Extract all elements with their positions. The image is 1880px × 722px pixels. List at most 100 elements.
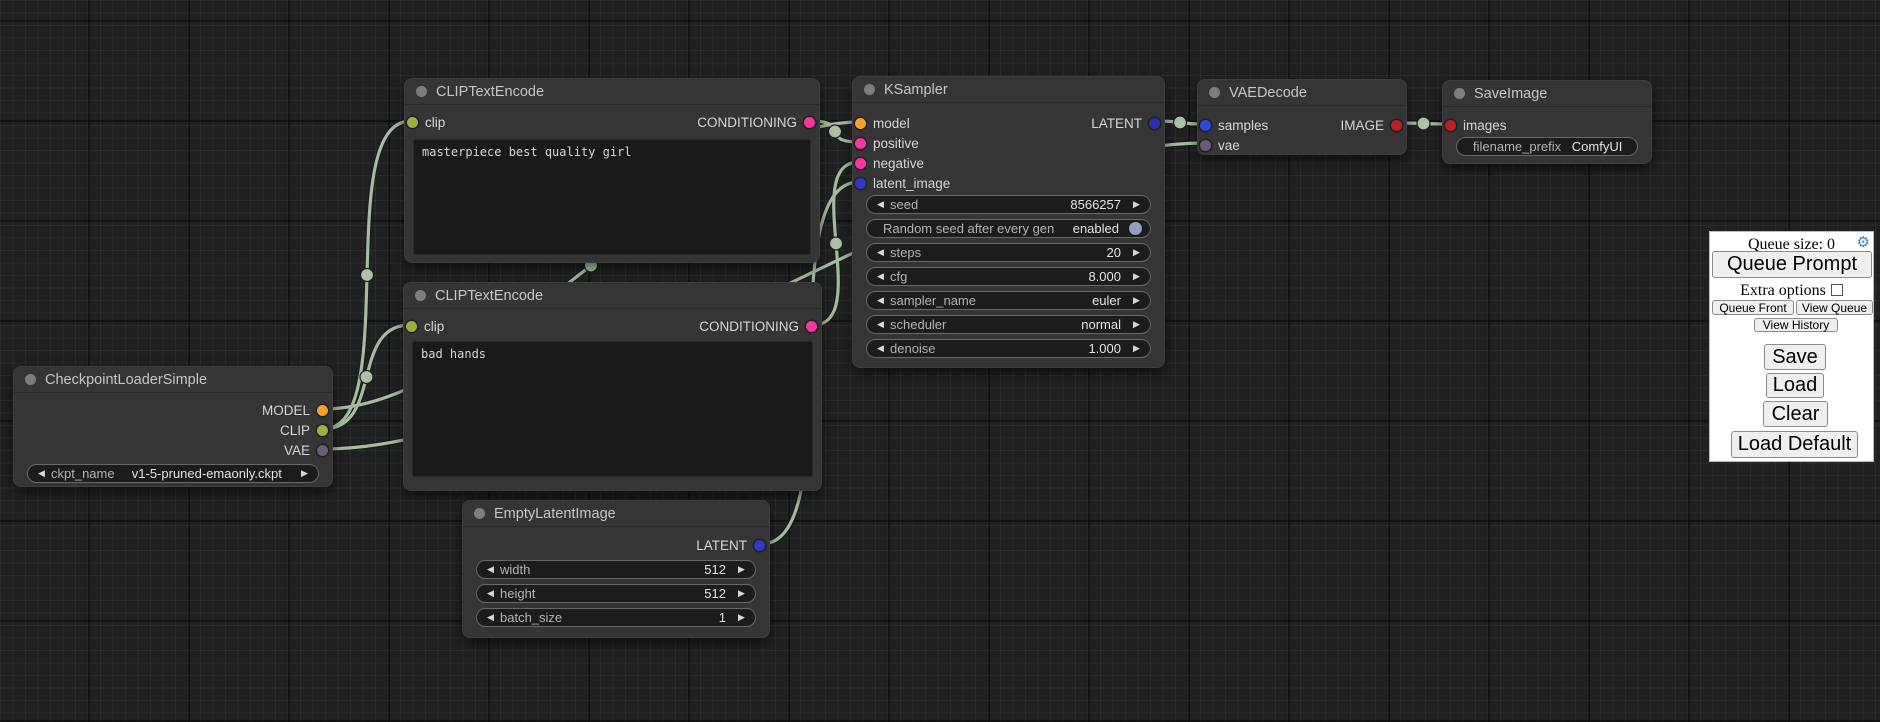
widget-cfg[interactable]: ◀ cfg 8.000 ▶: [866, 267, 1151, 286]
increase-arrow-icon[interactable]: ▶: [736, 584, 747, 603]
node-clip-text-encode-positive[interactable]: CLIPTextEncode clip CONDITIONING masterp…: [404, 78, 820, 263]
input-slot-vae[interactable]: vae: [1198, 138, 1240, 153]
input-slot-model[interactable]: model: [853, 116, 910, 131]
conditioning-output-dot[interactable]: [804, 117, 815, 128]
decrease-arrow-icon[interactable]: ◀: [875, 267, 886, 286]
increase-arrow-icon[interactable]: ▶: [736, 560, 747, 579]
decrease-arrow-icon[interactable]: ◀: [485, 608, 496, 627]
vae-input-dot[interactable]: [1200, 140, 1211, 151]
clip-input-dot[interactable]: [407, 117, 418, 128]
widget-batch-size[interactable]: ◀ batch_size 1 ▶: [476, 608, 756, 627]
input-slot-images[interactable]: images: [1443, 118, 1507, 133]
increase-arrow-icon[interactable]: ▶: [1131, 243, 1142, 262]
widget-filename-prefix[interactable]: filename_prefix ComfyUI: [1456, 137, 1638, 156]
queue-front-button[interactable]: Queue Front: [1712, 300, 1794, 315]
node-titlebar[interactable]: CLIPTextEncode: [405, 79, 819, 105]
node-checkpoint-loader-simple[interactable]: CheckpointLoaderSimple MODEL CLIP VAE ◀ …: [13, 366, 333, 487]
input-slot-clip[interactable]: clip: [404, 319, 444, 334]
widget-sampler-name[interactable]: ◀ sampler_name euler ▶: [866, 291, 1151, 310]
increase-arrow-icon[interactable]: ▶: [736, 608, 747, 627]
widget-random-seed-toggle[interactable]: Random seed after every gen enabled: [866, 219, 1151, 238]
decrease-arrow-icon[interactable]: ◀: [875, 291, 886, 310]
decrease-arrow-icon[interactable]: ◀: [875, 315, 886, 334]
conditioning-output-dot[interactable]: [806, 321, 817, 332]
image-output-dot[interactable]: [1391, 120, 1402, 131]
clip-input-dot[interactable]: [406, 321, 417, 332]
input-slot-latent-image[interactable]: latent_image: [853, 176, 950, 191]
prompt-textarea[interactable]: bad hands: [412, 341, 813, 477]
vae-output-dot[interactable]: [317, 445, 328, 456]
collapse-toggle-dot[interactable]: [864, 84, 875, 95]
input-slot-samples[interactable]: samples: [1198, 118, 1268, 133]
model-output-dot[interactable]: [317, 405, 328, 416]
node-titlebar[interactable]: CLIPTextEncode: [404, 283, 821, 309]
images-input-dot[interactable]: [1445, 120, 1456, 131]
widget-denoise[interactable]: ◀ denoise 1.000 ▶: [866, 339, 1151, 358]
collapse-toggle-dot[interactable]: [415, 290, 426, 301]
increase-arrow-icon[interactable]: ▶: [1131, 267, 1142, 286]
node-titlebar[interactable]: CheckpointLoaderSimple: [14, 367, 332, 393]
output-slot-conditioning[interactable]: CONDITIONING: [697, 115, 819, 130]
latent-output-dot[interactable]: [1149, 118, 1160, 129]
node-save-image[interactable]: SaveImage images filename_prefix ComfyUI: [1442, 80, 1652, 164]
node-vae-decode[interactable]: VAEDecode samples IMAGE vae: [1197, 79, 1407, 155]
model-input-dot[interactable]: [855, 118, 866, 129]
collapse-toggle-dot[interactable]: [1454, 88, 1465, 99]
load-default-button[interactable]: Load Default: [1731, 431, 1858, 458]
latent-image-input-dot[interactable]: [855, 178, 866, 189]
increase-arrow-icon[interactable]: ▶: [1131, 339, 1142, 358]
prompt-textarea[interactable]: masterpiece best quality girl: [413, 139, 811, 255]
settings-gear-icon[interactable]: ⚙: [1857, 235, 1870, 250]
decrease-arrow-icon[interactable]: ◀: [485, 584, 496, 603]
clear-button[interactable]: Clear: [1763, 401, 1828, 427]
widget-ckpt-name[interactable]: ◀ ckpt_name v1-5-pruned-emaonly.ckpt ▶: [27, 464, 319, 483]
output-slot-latent[interactable]: LATENT: [1091, 116, 1164, 131]
extra-options-checkbox[interactable]: [1831, 284, 1843, 296]
collapse-toggle-dot[interactable]: [1209, 87, 1220, 98]
view-queue-button[interactable]: View Queue: [1796, 300, 1873, 315]
output-slot-vae[interactable]: VAE: [284, 443, 332, 458]
save-button[interactable]: Save: [1764, 344, 1826, 370]
widget-width[interactable]: ◀ width 512 ▶: [476, 560, 756, 579]
widget-scheduler[interactable]: ◀ scheduler normal ▶: [866, 315, 1151, 334]
node-titlebar[interactable]: EmptyLatentImage: [463, 501, 769, 527]
output-slot-latent[interactable]: LATENT: [696, 538, 769, 553]
widget-seed[interactable]: ◀ seed 8566257 ▶: [866, 195, 1151, 214]
node-titlebar[interactable]: VAEDecode: [1198, 80, 1406, 106]
collapse-toggle-dot[interactable]: [25, 374, 36, 385]
negative-conditioning-input-dot[interactable]: [855, 158, 866, 169]
decrease-arrow-icon[interactable]: ◀: [875, 195, 886, 214]
node-titlebar[interactable]: SaveImage: [1443, 81, 1651, 107]
widget-steps[interactable]: ◀ steps 20 ▶: [866, 243, 1151, 262]
node-clip-text-encode-negative[interactable]: CLIPTextEncode clip CONDITIONING bad han…: [403, 282, 822, 491]
widget-height[interactable]: ◀ height 512 ▶: [476, 584, 756, 603]
node-titlebar[interactable]: KSampler: [853, 77, 1164, 103]
view-history-button[interactable]: View History: [1754, 318, 1838, 332]
output-slot-clip[interactable]: CLIP: [280, 423, 332, 438]
samples-input-dot[interactable]: [1200, 120, 1211, 131]
clip-output-dot[interactable]: [317, 425, 328, 436]
output-slot-model[interactable]: MODEL: [262, 403, 332, 418]
collapse-toggle-dot[interactable]: [474, 508, 485, 519]
toggle-on-dot[interactable]: [1129, 222, 1142, 235]
increase-arrow-icon[interactable]: ▶: [1131, 315, 1142, 334]
queue-prompt-button[interactable]: Queue Prompt: [1712, 251, 1872, 278]
input-slot-negative[interactable]: negative: [853, 156, 924, 171]
output-slot-conditioning[interactable]: CONDITIONING: [699, 319, 821, 334]
node-ksampler[interactable]: KSampler model LATENT positive negative: [852, 76, 1165, 368]
latent-output-dot[interactable]: [754, 540, 765, 551]
input-slot-clip[interactable]: clip: [405, 115, 445, 130]
increase-arrow-icon[interactable]: ▶: [1131, 195, 1142, 214]
collapse-toggle-dot[interactable]: [416, 86, 427, 97]
positive-conditioning-input-dot[interactable]: [855, 138, 866, 149]
increase-arrow-icon[interactable]: ▶: [1131, 291, 1142, 310]
increase-arrow-icon[interactable]: ▶: [299, 464, 310, 483]
load-button[interactable]: Load: [1766, 373, 1824, 398]
decrease-arrow-icon[interactable]: ◀: [485, 560, 496, 579]
decrease-arrow-icon[interactable]: ◀: [875, 339, 886, 358]
input-slot-positive[interactable]: positive: [853, 136, 919, 151]
decrease-arrow-icon[interactable]: ◀: [875, 243, 886, 262]
output-slot-image[interactable]: IMAGE: [1340, 118, 1406, 133]
node-empty-latent-image[interactable]: EmptyLatentImage LATENT ◀ width 512 ▶ ◀ …: [462, 500, 770, 638]
decrease-arrow-icon[interactable]: ◀: [36, 464, 47, 483]
